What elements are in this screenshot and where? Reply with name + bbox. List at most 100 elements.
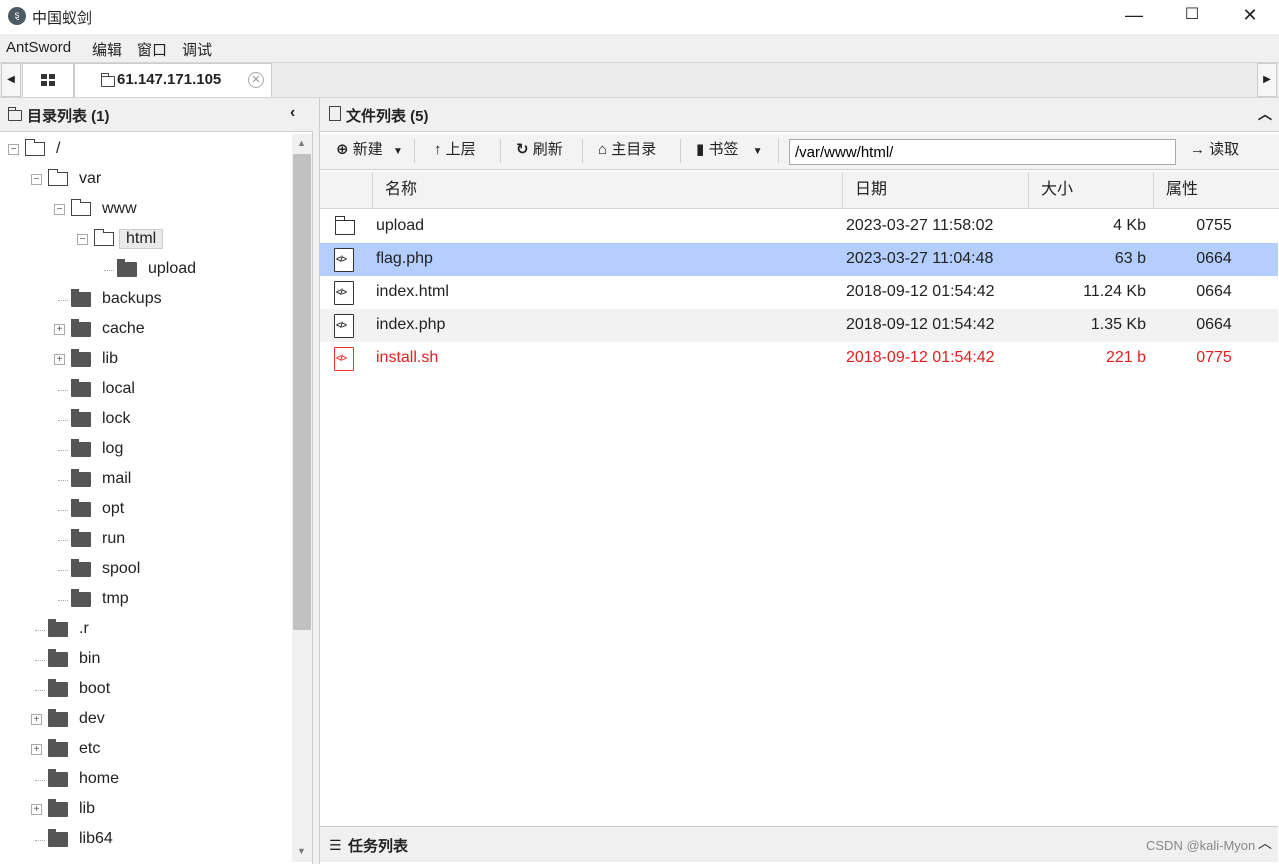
tree-connector bbox=[58, 390, 68, 391]
column-date[interactable]: 日期 bbox=[842, 172, 1028, 209]
refresh-button-label: 刷新 bbox=[532, 141, 563, 158]
tree-node[interactable]: + lib bbox=[0, 798, 292, 822]
tree-connector bbox=[58, 420, 68, 421]
file-row[interactable]: upload 2023-03-27 11:58:02 4 Kb 0755 bbox=[320, 210, 1278, 243]
column-name[interactable]: 名称 bbox=[372, 172, 842, 209]
expand-toggle-icon[interactable]: + bbox=[31, 714, 42, 725]
tree-node[interactable]: opt bbox=[0, 498, 292, 522]
tree-node[interactable]: backups bbox=[0, 288, 292, 312]
tab-scroll-left-icon[interactable]: ◀ bbox=[1, 63, 21, 97]
collapse-left-icon[interactable]: ‹ bbox=[290, 104, 295, 122]
up-button[interactable]: ↑ 上层 bbox=[428, 134, 482, 168]
tree-connector bbox=[35, 630, 45, 631]
file-panel: 文件列表 (5) ︿ ⊕ 新建 ▼ ↑ 上层 ↻ 刷新 ⌂ 主目录 ▮ 书签 ▼ bbox=[319, 98, 1279, 864]
file-date: 2018-09-12 01:54:42 bbox=[846, 349, 995, 366]
menu-antsword[interactable]: AntSword bbox=[6, 39, 71, 56]
tree-node[interactable]: + lib bbox=[0, 348, 292, 372]
tab-home[interactable] bbox=[22, 63, 74, 97]
bookmark-icon: ▮ bbox=[696, 141, 705, 158]
expand-toggle-icon[interactable]: + bbox=[31, 804, 42, 815]
tree-node[interactable]: lock bbox=[0, 408, 292, 432]
tree-connector bbox=[35, 780, 45, 781]
grid-icon bbox=[41, 74, 55, 86]
tree-node[interactable]: mail bbox=[0, 468, 292, 492]
tab-scroll-right-icon[interactable]: ▶ bbox=[1257, 63, 1277, 97]
file-name: flag.php bbox=[376, 250, 433, 267]
tree-node[interactable]: − www bbox=[0, 198, 292, 222]
tree-node[interactable]: + cache bbox=[0, 318, 292, 342]
file-row[interactable]: index.php 2018-09-12 01:54:42 1.35 Kb 0664 bbox=[320, 309, 1278, 342]
file-row[interactable]: install.sh 2018-09-12 01:54:42 221 b 0775 bbox=[320, 342, 1278, 375]
file-row[interactable]: index.html 2018-09-12 01:54:42 11.24 Kb 066… bbox=[320, 276, 1278, 309]
menu-debug[interactable]: 调试 bbox=[182, 39, 212, 60]
path-input[interactable] bbox=[789, 139, 1176, 165]
scroll-down-icon[interactable]: ▼ bbox=[297, 846, 306, 856]
column-attr[interactable]: 属性 bbox=[1153, 172, 1279, 209]
file-row[interactable]: flag.php 2023-03-27 11:04:48 63 b 0664 bbox=[320, 243, 1278, 276]
file-toolbar: ⊕ 新建 ▼ ↑ 上层 ↻ 刷新 ⌂ 主目录 ▮ 书签 ▼ → 读取 bbox=[320, 134, 1279, 170]
close-button[interactable]: ✕ bbox=[1221, 0, 1279, 32]
collapse-toggle-icon[interactable]: − bbox=[31, 174, 42, 185]
folder-icon bbox=[71, 289, 91, 307]
new-button[interactable]: ⊕ 新建 ▼ bbox=[330, 134, 409, 168]
file-name: index.html bbox=[376, 283, 449, 300]
file-icon bbox=[329, 106, 341, 121]
tree-node[interactable]: run bbox=[0, 528, 292, 552]
tree-node[interactable]: − html bbox=[0, 228, 292, 252]
file-size: 1.35 Kb bbox=[1090, 316, 1146, 333]
expand-toggle-icon[interactable]: + bbox=[54, 354, 65, 365]
tab-close-icon[interactable]: ✕ bbox=[248, 72, 264, 88]
expand-toggle-icon[interactable]: + bbox=[31, 744, 42, 755]
tree-node[interactable]: + dev bbox=[0, 708, 292, 732]
tree-connector bbox=[58, 600, 68, 601]
folder-icon bbox=[71, 439, 91, 457]
tree-node-label: dev bbox=[79, 710, 105, 727]
bookmark-button[interactable]: ▮ 书签 ▼ bbox=[690, 134, 769, 168]
column-size[interactable]: 大小 bbox=[1028, 172, 1153, 209]
file-panel-header: 文件列表 (5) ︿ bbox=[320, 98, 1279, 132]
file-date: 2018-09-12 01:54:42 bbox=[846, 283, 995, 300]
tree-node[interactable]: lib64 bbox=[0, 828, 292, 852]
scroll-up-icon[interactable]: ▲ bbox=[297, 138, 306, 148]
tree-node[interactable]: upload bbox=[0, 258, 292, 282]
tree-node[interactable]: log bbox=[0, 438, 292, 462]
menu-edit[interactable]: 编辑 bbox=[92, 39, 122, 60]
collapse-up-icon[interactable]: ︿ bbox=[1258, 104, 1272, 124]
maximize-button[interactable]: ☐ bbox=[1163, 0, 1221, 32]
tree-node[interactable]: home bbox=[0, 768, 292, 792]
folder-icon bbox=[48, 619, 68, 637]
collapse-toggle-icon[interactable]: − bbox=[8, 144, 19, 155]
tree-connector bbox=[58, 480, 68, 481]
read-button[interactable]: → 读取 bbox=[1184, 134, 1245, 168]
tree-node[interactable]: bin bbox=[0, 648, 292, 672]
refresh-icon: ↻ bbox=[516, 141, 529, 158]
tree-connector bbox=[35, 660, 45, 661]
collapse-toggle-icon[interactable]: − bbox=[54, 204, 65, 215]
minimize-button[interactable]: — bbox=[1105, 0, 1163, 32]
refresh-button[interactable]: ↻ 刷新 bbox=[510, 134, 569, 168]
collapse-toggle-icon[interactable]: − bbox=[77, 234, 88, 245]
file-size: 4 Kb bbox=[1113, 217, 1146, 234]
task-list-bar[interactable]: ☰ 任务列表 CSDN @kali-Myon ︿ bbox=[320, 826, 1278, 862]
tree-node[interactable]: boot bbox=[0, 678, 292, 702]
tree-node[interactable]: spool bbox=[0, 558, 292, 582]
tree-node[interactable]: .r bbox=[0, 618, 292, 642]
toolbar-divider bbox=[778, 139, 779, 163]
menu-window[interactable]: 窗口 bbox=[137, 39, 167, 60]
tab-shell[interactable]: 61.147.171.105 ✕ bbox=[74, 63, 272, 97]
tree-node[interactable]: local bbox=[0, 378, 292, 402]
collapse-up-icon[interactable]: ︿ bbox=[1258, 833, 1272, 853]
tree-scrollbar[interactable]: ▲ ▼ bbox=[292, 134, 312, 862]
tree-node[interactable]: tmp bbox=[0, 588, 292, 612]
tree-node[interactable]: − var bbox=[0, 168, 292, 192]
scroll-thumb[interactable] bbox=[293, 154, 311, 630]
expand-toggle-icon[interactable]: + bbox=[54, 324, 65, 335]
tree-node[interactable]: + etc bbox=[0, 738, 292, 762]
directory-panel-title: 目录列表 (1) bbox=[27, 108, 110, 125]
tree-node-label: opt bbox=[102, 500, 125, 517]
file-size: 63 b bbox=[1114, 250, 1146, 267]
file-grid-header: 名称 日期 大小 属性 bbox=[320, 172, 1279, 209]
tree-node-label: run bbox=[102, 530, 126, 547]
tree-node[interactable]: − / bbox=[0, 138, 292, 162]
home-button[interactable]: ⌂ 主目录 bbox=[592, 134, 662, 168]
